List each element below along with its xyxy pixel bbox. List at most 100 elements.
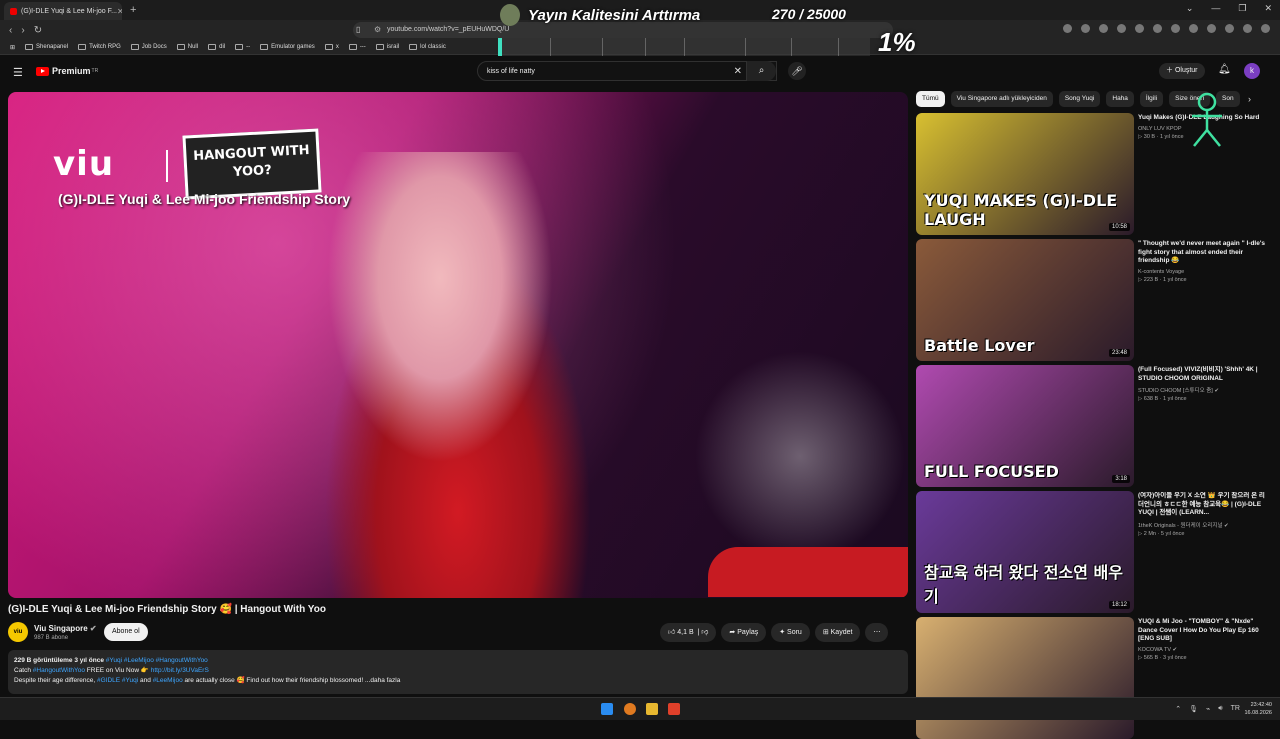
bookmark-item[interactable]: Null — [176, 44, 198, 50]
chevron-right-icon[interactable]: › — [1248, 94, 1251, 104]
bookmark-item[interactable]: dil — [208, 44, 225, 50]
extension-icon[interactable] — [1243, 24, 1252, 33]
notifications-icon[interactable]: 🔔︎ — [1218, 64, 1231, 75]
bookmark-label: Job Docs — [141, 44, 167, 50]
recommendation-title[interactable]: (Full Focused) VIVIZ(비비지) 'Shhh' 4K | ST… — [1138, 366, 1266, 383]
streamer-avatar — [500, 4, 520, 26]
extension-icon[interactable] — [1099, 24, 1108, 33]
bookmark-item[interactable]: Shenapanel — [25, 44, 68, 50]
extension-icon[interactable] — [1117, 24, 1126, 33]
file-explorer-icon[interactable] — [646, 703, 658, 715]
duration-badge: 3:18 — [1112, 475, 1130, 483]
recommendation-title[interactable]: (여자)아이들 우기 X 소연 👑 우기 참으러 온 리더언니의 ㅎㄷㄷ한 예능… — [1138, 492, 1266, 518]
filter-chip[interactable]: İlgili — [1139, 91, 1164, 107]
create-button[interactable]: ＋ Oluştur — [1159, 63, 1205, 79]
subscribe-button[interactable]: Abone ol — [104, 623, 148, 641]
reload-icon[interactable]: ↻ — [34, 25, 42, 36]
bookmark-icon[interactable]: ▯ — [356, 22, 360, 38]
search-button[interactable]: ⌕ — [746, 61, 776, 81]
back-icon[interactable]: ‹ — [9, 25, 12, 36]
clear-search-icon[interactable]: ✕ — [734, 62, 742, 81]
browser-tab[interactable]: (G)I-DLE Yuqi & Lee Mi-joo F... ✕ — [4, 2, 122, 20]
description-box[interactable]: 229 B görüntüleme 3 yıl önce #Yuqi #LeeM… — [8, 650, 908, 694]
recommendation-item[interactable]: 참교육 하러 왔다 전소연 배우기 18:12 (여자)아이들 우기 X 소연 👑 … — [916, 491, 1266, 613]
restore-icon[interactable]: ❐ — [1238, 3, 1246, 14]
extension-icon[interactable] — [1063, 24, 1072, 33]
extension-icon[interactable] — [1225, 24, 1234, 33]
voice-search-icon[interactable]: 🎤︎ — [788, 62, 806, 80]
forward-icon[interactable]: › — [21, 25, 24, 36]
extension-icon[interactable] — [1261, 24, 1270, 33]
extension-icon[interactable] — [1207, 24, 1216, 33]
start-icon[interactable] — [601, 703, 613, 715]
desc-hashtag[interactable]: #HangoutWithYoo — [33, 667, 85, 674]
close-window-icon[interactable]: ✕ — [1264, 3, 1272, 14]
bookmark-label: Emulator games — [271, 44, 315, 50]
bookmark-item[interactable]: -- — [235, 44, 250, 50]
recommendation-thumbnail[interactable]: 참교육 하러 왔다 전소연 배우기 18:12 — [916, 491, 1134, 613]
recommendation-thumbnail[interactable]: YUQI MAKES (G)I-DLE LAUGH 10:58 — [916, 113, 1134, 235]
clock[interactable]: 23:42:40 16.08.2026 — [1244, 701, 1272, 717]
desc-hashtag[interactable]: #GIDLE #Yuqi — [97, 677, 138, 684]
bookmark-item[interactable]: Job Docs — [130, 44, 167, 50]
filter-chip[interactable]: Tümü — [916, 91, 945, 107]
recommendation-thumbnail[interactable] — [916, 617, 1134, 739]
video-actions: 👍︎ 4,1 B | 👎︎ ➦ Paylaş ✦ Soru ⊞ Kaydet ⋯ — [660, 623, 889, 642]
recommendation-title[interactable]: YUQI & Mi Joo - "TOMBOY" & "Nxde" Dance … — [1138, 618, 1266, 644]
tray-chevron-icon[interactable]: ⌃ — [1175, 705, 1181, 713]
recommendation-item[interactable]: Battle Lover 23:48 " Thought we'd never me… — [916, 239, 1266, 361]
recommendation-title[interactable]: " Thought we'd never meet again " I-dle'… — [1138, 240, 1266, 266]
desc-link[interactable]: http://bit.ly/3UVaErS — [151, 667, 209, 674]
site-info-icon[interactable]: ⚙ — [374, 22, 381, 38]
search-taskbar-icon[interactable] — [624, 703, 636, 715]
close-tab-icon[interactable]: ✕ — [117, 7, 122, 16]
recommendation-channel[interactable]: STUDIO CHOOM [스튜디오 춤] ✔ — [1138, 386, 1266, 394]
recommendation-channel[interactable]: K-contents Voyage — [1138, 269, 1266, 275]
bookmark-item[interactable]: lol classic — [409, 44, 446, 50]
video-player[interactable]: viu HANGOUT WITH YOO? (G)I-DLE Yuqi & Le… — [8, 92, 908, 598]
extension-icon[interactable] — [1189, 24, 1198, 33]
desc-hashtag[interactable]: #LeeMijoo — [153, 677, 183, 684]
recommendation-channel[interactable]: KOCOWA TV ✔ — [1138, 647, 1266, 653]
extension-icon[interactable] — [1153, 24, 1162, 33]
bookmark-item[interactable]: Emulator games — [260, 44, 315, 50]
filter-chip[interactable]: Viu Singapore adlı yükleyiciden — [950, 91, 1053, 107]
search-input[interactable]: kiss of life natty ✕ ⌕ — [477, 61, 777, 81]
share-button[interactable]: ➦ Paylaş — [721, 623, 767, 642]
minimize-icon[interactable]: — — [1211, 3, 1220, 14]
chevron-down-icon[interactable]: ⌄ — [1186, 3, 1194, 14]
extension-icon[interactable] — [1135, 24, 1144, 33]
microphone-icon[interactable]: 🎙︎ — [1189, 705, 1198, 713]
filter-chip[interactable]: Haha — [1106, 91, 1134, 107]
extension-icon[interactable] — [1081, 24, 1090, 33]
new-tab-button[interactable]: + — [130, 4, 136, 16]
filter-chip[interactable]: Song Yuqi — [1058, 91, 1101, 107]
account-avatar[interactable]: k — [1244, 63, 1260, 79]
bookmark-item[interactable]: Twitch RPG — [78, 44, 121, 50]
network-icon[interactable]: ⌁ — [1206, 705, 1210, 713]
volume-icon[interactable]: 🔊︎ — [1218, 705, 1222, 713]
channel-avatar[interactable]: viu — [8, 622, 28, 642]
recommendation-channel[interactable]: 1theK Originals - 원더케이 오리지널 ✔ — [1138, 521, 1266, 529]
channel-name[interactable]: Viu Singapore ✔ — [34, 624, 97, 633]
ask-button[interactable]: ✦ Soru — [771, 623, 810, 642]
recommendation-item[interactable]: FULL FOCUSED 3:18 (Full Focused) VIVIZ(비비지… — [916, 365, 1266, 487]
extension-icon[interactable] — [1171, 24, 1180, 33]
like-button[interactable]: 👍︎ 4,1 B | 👎︎ — [660, 623, 717, 642]
bookmark-item[interactable]: --- — [348, 44, 366, 50]
apps-icon[interactable]: ⊞ — [10, 44, 15, 51]
show-badge: HANGOUT WITH YOO? — [182, 128, 322, 200]
brave-browser-icon[interactable] — [668, 703, 680, 715]
stream-overlay-percent: 1% — [878, 27, 916, 57]
more-actions-button[interactable]: ⋯ — [865, 623, 889, 642]
recommendation-thumbnail[interactable]: Battle Lover 23:48 — [916, 239, 1134, 361]
menu-icon[interactable]: ☰ — [13, 66, 23, 79]
hashtags[interactable]: #Yuqi #LeeMijoo #HangoutWithYoo — [106, 657, 208, 664]
recommendation-thumbnail[interactable]: FULL FOCUSED 3:18 — [916, 365, 1134, 487]
language-icon[interactable]: TR — [1231, 705, 1240, 713]
bookmark-item[interactable]: x — [324, 44, 339, 50]
save-button[interactable]: ⊞ Kaydet — [814, 623, 861, 642]
recommendation-item[interactable]: YUQI & Mi Joo - "TOMBOY" & "Nxde" Dance … — [916, 617, 1266, 739]
youtube-logo[interactable]: Premium TR — [36, 66, 98, 76]
bookmark-item[interactable]: israil — [375, 44, 399, 50]
